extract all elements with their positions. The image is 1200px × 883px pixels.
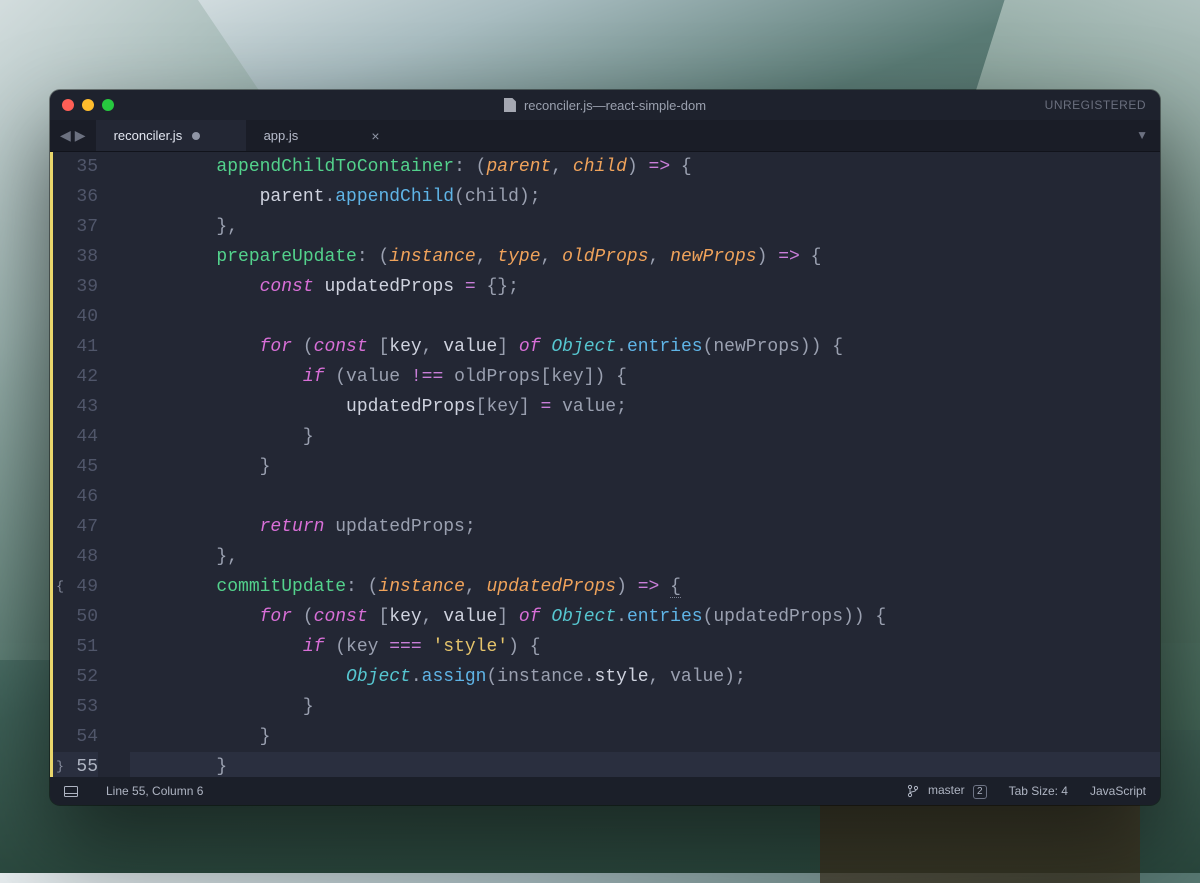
code-line[interactable]: parent.appendChild(child);	[130, 182, 1160, 212]
line-number[interactable]: 47	[53, 512, 98, 542]
titlebar-separator: —	[593, 98, 606, 113]
line-number[interactable]: 54	[53, 722, 98, 752]
cursor-position[interactable]: Line 55, Column 6	[106, 784, 203, 798]
code-line[interactable]: commitUpdate: (instance, updatedProps) =…	[130, 572, 1160, 602]
fold-close-brace-icon[interactable]: }	[55, 752, 65, 777]
dirty-indicator-icon	[192, 132, 200, 140]
code-area[interactable]: appendChildToContainer: (parent, child) …	[108, 152, 1160, 777]
tab-reconciler-js[interactable]: reconciler.js	[96, 120, 246, 151]
close-tab-icon[interactable]: ×	[371, 128, 379, 144]
code-line[interactable]: }	[130, 452, 1160, 482]
maximize-window-button[interactable]	[102, 99, 114, 111]
line-number[interactable]: 49{	[53, 572, 98, 602]
line-number[interactable]: 36	[53, 182, 98, 212]
code-line[interactable]	[130, 302, 1160, 332]
git-branch[interactable]: master 2	[907, 783, 987, 799]
fold-open-brace-icon[interactable]: {	[55, 572, 65, 602]
gutter[interactable]: 353637383940414243444546474849{505152535…	[50, 152, 108, 777]
titlebar-project: react-simple-dom	[606, 98, 706, 113]
code-line[interactable]: },	[130, 542, 1160, 572]
line-number[interactable]: 35	[53, 152, 98, 182]
unregistered-label[interactable]: UNREGISTERED	[1045, 98, 1146, 112]
code-line[interactable]: }	[130, 722, 1160, 752]
tabbar: ◀ ▶ reconciler.js app.js × ▼	[50, 120, 1160, 152]
code-line[interactable]: }	[130, 422, 1160, 452]
code-line[interactable]: Object.assign(instance.style, value);	[130, 662, 1160, 692]
code-line[interactable]: }	[130, 692, 1160, 722]
line-number[interactable]: 51	[53, 632, 98, 662]
file-icon	[504, 98, 516, 112]
line-number[interactable]: 38	[53, 242, 98, 272]
line-number[interactable]: 52	[53, 662, 98, 692]
line-number[interactable]: 44	[53, 422, 98, 452]
titlebar-filename: reconciler.js	[524, 98, 593, 113]
code-line[interactable]: for (const [key, value] of Object.entrie…	[130, 602, 1160, 632]
code-line[interactable]	[130, 482, 1160, 512]
line-number[interactable]: 45	[53, 452, 98, 482]
tab-label: app.js	[264, 128, 299, 143]
tab-size[interactable]: Tab Size: 4	[1009, 784, 1068, 798]
syntax-language[interactable]: JavaScript	[1090, 784, 1146, 798]
panel-toggle-icon[interactable]	[64, 784, 84, 798]
code-line[interactable]: if (value !== oldProps[key]) {	[130, 362, 1160, 392]
code-line[interactable]: const updatedProps = {};	[130, 272, 1160, 302]
close-window-button[interactable]	[62, 99, 74, 111]
line-number[interactable]: 50	[53, 602, 98, 632]
tab-app-js[interactable]: app.js ×	[246, 120, 396, 151]
nav-arrows: ◀ ▶	[50, 120, 96, 151]
code-line[interactable]: appendChildToContainer: (parent, child) …	[130, 152, 1160, 182]
nav-back-icon[interactable]: ◀	[60, 127, 71, 144]
editor-window: reconciler.js — react-simple-dom UNREGIS…	[50, 90, 1160, 805]
git-branch-name: master	[928, 783, 965, 797]
line-number[interactable]: 40	[53, 302, 98, 332]
minimize-window-button[interactable]	[82, 99, 94, 111]
line-number[interactable]: 46	[53, 482, 98, 512]
tab-overflow-icon[interactable]: ▼	[1136, 128, 1148, 142]
titlebar[interactable]: reconciler.js — react-simple-dom UNREGIS…	[50, 90, 1160, 120]
code-line[interactable]: },	[130, 212, 1160, 242]
code-line[interactable]: prepareUpdate: (instance, type, oldProps…	[130, 242, 1160, 272]
git-branch-badge: 2	[973, 785, 987, 799]
git-branch-icon	[907, 784, 919, 798]
code-line[interactable]: updatedProps[key] = value;	[130, 392, 1160, 422]
line-number[interactable]: 42	[53, 362, 98, 392]
editor-area[interactable]: 353637383940414243444546474849{505152535…	[50, 152, 1160, 777]
nav-forward-icon[interactable]: ▶	[75, 127, 86, 144]
code-line[interactable]: return updatedProps;	[130, 512, 1160, 542]
tab-label: reconciler.js	[114, 128, 183, 143]
statusbar: Line 55, Column 6 master 2 Tab Size: 4 J…	[50, 777, 1160, 805]
line-number[interactable]: 53	[53, 692, 98, 722]
line-number[interactable]: 48	[53, 542, 98, 572]
code-line[interactable]: if (key === 'style') {	[130, 632, 1160, 662]
code-line[interactable]: }	[130, 752, 1160, 777]
window-controls	[62, 99, 114, 111]
line-number[interactable]: 41	[53, 332, 98, 362]
line-number[interactable]: 37	[53, 212, 98, 242]
line-number[interactable]: 43	[53, 392, 98, 422]
code-line[interactable]: for (const [key, value] of Object.entrie…	[130, 332, 1160, 362]
line-number[interactable]: 39	[53, 272, 98, 302]
line-number[interactable]: 55}	[53, 752, 98, 777]
